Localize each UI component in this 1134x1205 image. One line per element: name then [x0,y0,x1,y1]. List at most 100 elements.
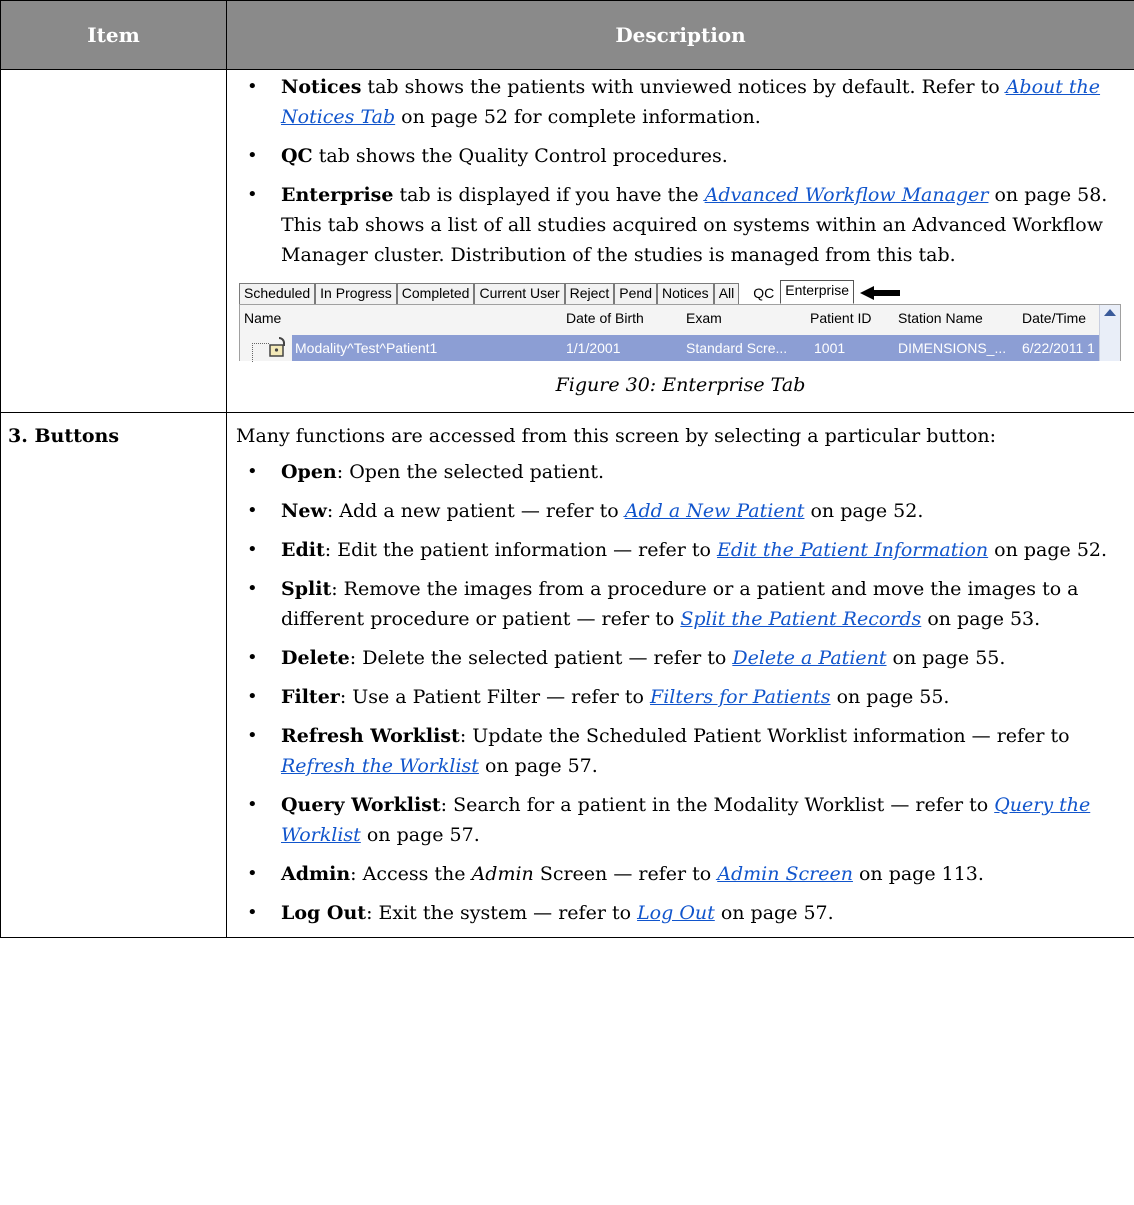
xref-link[interactable]: Filters for Patients [650,686,831,708]
xref-link[interactable]: Split the Patient Records [680,608,921,630]
scroll-up-icon[interactable] [1100,305,1120,319]
xref-link[interactable]: Edit the Patient Information [717,539,988,561]
bullet-text: : Add a new patient — refer to [326,500,625,522]
table-header-row: Item Description [0,0,1134,70]
list-item: Notices tab shows the patients with unvi… [227,72,1134,132]
bullet-text: on page 57. [478,755,598,777]
bullet-text: : Access the [350,863,472,885]
column-header-date-time[interactable]: Date/Time [1022,305,1086,332]
list-item: Admin: Access the Admin Screen — refer t… [227,859,1134,889]
enterprise-tab-screenshot: Scheduled In Progress Completed Current … [236,280,1131,362]
bullet-term: QC [281,145,313,167]
bullet-term: Query Worklist [281,794,441,816]
bullet-term: Open [281,461,337,483]
vertical-scrollbar[interactable] [1099,305,1120,361]
cell-datetime: 6/22/2011 1 [1022,340,1095,356]
tab-notices[interactable]: Notices [657,283,714,304]
bullet-text: : Search for a patient in the Modality W… [440,794,995,816]
table-row: 3. Buttons Many functions are accessed f… [0,412,1134,938]
list-item: Edit: Edit the patient information — ref… [227,535,1134,565]
bullet-text: on page 53. [921,608,1041,630]
tree-connector [252,343,269,362]
xref-link[interactable]: Advanced Workflow Manager [705,184,989,206]
buttons-intro: Many functions are accessed from this sc… [236,425,997,447]
item-cell-buttons: 3. Buttons [0,412,227,938]
worklist-tab-strip: Scheduled In Progress Completed Current … [239,280,901,304]
description-cell: Notices tab shows the patients with unvi… [226,69,1134,413]
tab-pend[interactable]: Pend [614,283,657,304]
cell-patient-id: 1001 [814,340,846,356]
tab-completed[interactable]: Completed [396,283,475,304]
column-header-name[interactable]: Name [244,305,281,332]
bullet-italic: Admin [471,863,534,885]
tab-all[interactable]: All [713,283,740,304]
bullet-text: on page 113. [852,863,984,885]
bullet-text: tab is displayed if you have the [393,184,705,206]
cell-exam: Standard Scre... [686,340,788,356]
bullet-text: on page 57. [714,902,834,924]
list-item: Log Out: Exit the system — refer to Log … [227,898,1134,928]
bullet-text: on page 52. [804,500,924,522]
list-item: New: Add a new patient — refer to Add a … [227,496,1134,526]
bullet-text: : Delete the selected patient — refer to [349,647,733,669]
column-header-date-of-birth[interactable]: Date of Birth [566,305,644,332]
bullet-term: Split [281,578,332,600]
bullet-text: : Open the selected patient. [336,461,605,483]
bullet-text: on page 52. [988,539,1108,561]
column-header-patient-id[interactable]: Patient ID [810,305,871,332]
list-item: Open: Open the selected patient. [227,457,1134,487]
buttons-bullet-list: Open: Open the selected patient. New: Ad… [227,457,1134,928]
bullet-term: Refresh Worklist [281,725,460,747]
description-cell: Many functions are accessed from this sc… [226,412,1134,938]
cell-name: Modality^Test^Patient1 [295,340,438,356]
bullet-text: on page 55. [830,686,950,708]
figure-caption: Figure 30: Enterprise Tab [555,374,806,396]
bullet-term: Enterprise [281,184,394,206]
xref-link[interactable]: Add a New Patient [625,500,805,522]
item-description-table: Item Description Notices tab shows the p… [0,0,1134,938]
xref-link[interactable]: Admin Screen [717,863,853,885]
bullet-term: Admin [281,863,351,885]
cell-station: DIMENSIONS_... [898,340,1007,356]
tab-current-user[interactable]: Current User [474,283,565,304]
tab-reject[interactable]: Reject [564,283,615,304]
bullet-text: : Update the Scheduled Patient Worklist … [459,725,1070,747]
item-cell-empty [0,69,227,413]
bullet-text: : Exit the system — refer to [366,902,638,924]
tab-in-progress[interactable]: In Progress [315,283,397,304]
bullet-term: Filter [281,686,340,708]
left-arrow-icon [860,286,901,300]
description-column-header: Description [226,0,1134,70]
item-column-header: Item [0,0,227,70]
bullet-text: tab shows the patients with unviewed not… [361,76,1006,98]
xref-link[interactable]: Log Out [637,902,715,924]
bullet-term: Notices [281,76,362,98]
bullet-term: Delete [281,647,350,669]
list-item: Filter: Use a Patient Filter — refer to … [227,682,1134,712]
bullet-text: on page 57. [360,824,480,846]
tab-scheduled[interactable]: Scheduled [239,283,316,304]
xref-link[interactable]: Refresh the Worklist [281,755,479,777]
list-item: QC tab shows the Quality Control procedu… [227,141,1134,171]
xref-link[interactable]: Delete a Patient [732,647,886,669]
bullet-term: New [281,500,327,522]
bullet-text: on page 52 for complete information. [395,106,761,128]
list-item: Query Worklist: Search for a patient in … [227,790,1134,850]
bullet-text: tab shows the Quality Control procedures… [312,145,728,167]
table-row: Notices tab shows the patients with unvi… [0,69,1134,413]
list-item: Enterprise tab is displayed if you have … [227,180,1134,270]
list-item: Split: Remove the images from a procedur… [227,574,1134,634]
padlock-icon [269,337,285,357]
column-header-station-name[interactable]: Station Name [898,305,983,332]
patient-grid: Name Date of Birth Exam Patient ID Stati… [239,304,1121,362]
cell-dob: 1/1/2001 [566,340,621,356]
tab-enterprise[interactable]: Enterprise [780,280,855,304]
bullet-term: Log Out [281,902,367,924]
bullet-text: on page 55. [886,647,1006,669]
manual-page: Item Description Notices tab shows the p… [0,0,1134,1205]
bullet-text: Screen — refer to [533,863,718,885]
column-header-exam[interactable]: Exam [686,305,722,332]
list-item: Refresh Worklist: Update the Scheduled P… [227,721,1134,781]
bullet-text: : Use a Patient Filter — refer to [339,686,651,708]
tab-qc[interactable]: QC [747,284,780,304]
